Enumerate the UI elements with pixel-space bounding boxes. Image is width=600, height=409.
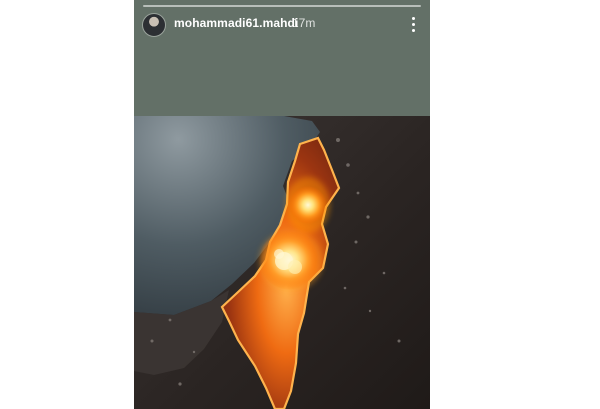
page: mohammadi61.mahdi 17m	[0, 0, 600, 409]
story-viewer[interactable]: mohammadi61.mahdi 17m	[134, 0, 430, 409]
story-header: mohammadi61.mahdi 17m	[134, 0, 430, 116]
story-progress-bar	[143, 5, 421, 7]
story-image	[134, 116, 430, 409]
profile-avatar[interactable]	[142, 13, 166, 37]
username[interactable]: mohammadi61.mahdi	[174, 16, 298, 30]
more-vertical-icon[interactable]	[404, 14, 424, 36]
story-time: 17m	[292, 16, 316, 30]
